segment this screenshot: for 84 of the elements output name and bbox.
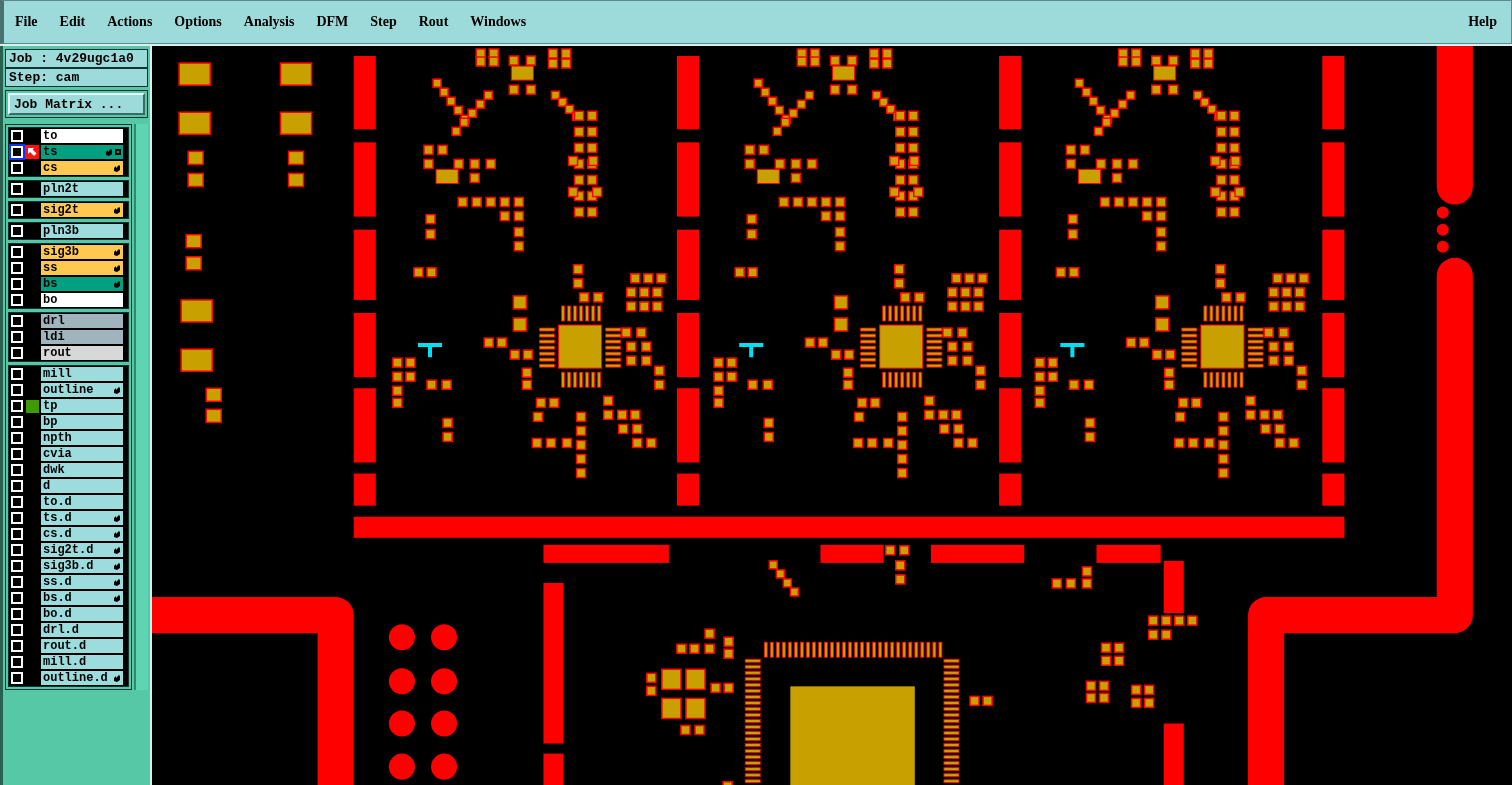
- menu-item[interactable]: DFM: [316, 14, 349, 30]
- layer-name[interactable]: outline.d: [41, 671, 123, 685]
- layer-checkbox[interactable]: [11, 278, 23, 290]
- layer-checkbox[interactable]: [11, 608, 23, 620]
- step-label: Step: cam: [5, 68, 148, 87]
- layer-checkbox[interactable]: [11, 512, 23, 524]
- layer-name[interactable]: pln2t: [41, 182, 123, 196]
- job-label: Job : 4v29ugc1a0: [5, 49, 148, 68]
- layer-name[interactable]: rout.d: [41, 639, 123, 653]
- layer-checkbox[interactable]: [11, 496, 23, 508]
- layer-name[interactable]: ts.d: [41, 511, 123, 525]
- layer-checkbox[interactable]: [11, 246, 23, 258]
- layer-checkbox[interactable]: [11, 384, 23, 396]
- layer-name[interactable]: bs: [41, 277, 123, 291]
- layer-name[interactable]: d: [41, 479, 123, 493]
- menu-item[interactable]: Analysis: [243, 14, 295, 30]
- layer-name[interactable]: outline: [41, 383, 123, 397]
- layer-checkbox[interactable]: [11, 672, 23, 684]
- layer-checkbox[interactable]: [11, 183, 23, 195]
- layer-checkbox[interactable]: [11, 464, 23, 476]
- hand-icon: [113, 674, 121, 682]
- menu-item[interactable]: Actions: [107, 14, 153, 30]
- hand-icon: [113, 206, 121, 214]
- menu-item[interactable]: File: [15, 14, 38, 30]
- layer-checkbox[interactable]: [11, 400, 23, 412]
- layer-name[interactable]: ss: [41, 261, 123, 275]
- layer-checkbox[interactable]: [11, 204, 23, 216]
- layer-name[interactable]: tp: [41, 399, 123, 413]
- layer-checkbox[interactable]: [11, 656, 23, 668]
- layer-checkbox[interactable]: [11, 262, 23, 274]
- layer-name[interactable]: ts: [41, 145, 123, 159]
- job-matrix-button[interactable]: Job Matrix ...: [8, 93, 145, 115]
- layer-checkbox[interactable]: [11, 347, 23, 359]
- layer-checkbox[interactable]: [11, 416, 23, 428]
- layer-name[interactable]: bo: [41, 293, 123, 307]
- layer-name[interactable]: to.d: [41, 495, 123, 509]
- layer-checkbox[interactable]: [11, 368, 23, 380]
- layer-name[interactable]: rout: [41, 346, 123, 360]
- layer-checkbox[interactable]: [11, 560, 23, 572]
- layer-name[interactable]: mill.d: [41, 655, 123, 669]
- layer-name[interactable]: sig3b: [41, 245, 123, 259]
- help-menu[interactable]: Help: [1468, 14, 1497, 30]
- layer-name[interactable]: dwk: [41, 463, 123, 477]
- layer-checkbox[interactable]: [11, 640, 23, 652]
- layer-name[interactable]: to: [41, 129, 123, 143]
- layer-name[interactable]: cs.d: [41, 527, 123, 541]
- layer-name[interactable]: drl.d: [41, 623, 123, 637]
- layer-checkbox[interactable]: [11, 576, 23, 588]
- menu-item[interactable]: Windows: [470, 14, 527, 30]
- layer-checkbox[interactable]: [11, 162, 23, 174]
- layer-name[interactable]: cs: [41, 161, 123, 175]
- layer-checkbox[interactable]: [11, 225, 23, 237]
- layer-checkbox[interactable]: [11, 146, 23, 158]
- layer-checkbox[interactable]: [11, 331, 23, 343]
- layer-name[interactable]: mill: [41, 367, 123, 381]
- layer-checkbox[interactable]: [11, 448, 23, 460]
- layer-name[interactable]: bp: [41, 415, 123, 429]
- layer-name[interactable]: ss.d: [41, 575, 123, 589]
- layer-checkbox[interactable]: [11, 130, 23, 142]
- layer-name[interactable]: sig2t: [41, 203, 123, 217]
- layer-checkbox[interactable]: [11, 528, 23, 540]
- affected-marker: [25, 399, 39, 413]
- layer-name[interactable]: pln3b: [41, 224, 123, 238]
- layer-name[interactable]: bo.d: [41, 607, 123, 621]
- layer-checkbox[interactable]: [11, 294, 23, 306]
- grid-icon: [115, 149, 121, 155]
- layer-name[interactable]: sig2t.d: [41, 543, 123, 557]
- layer-checkbox[interactable]: [11, 315, 23, 327]
- layer-checkbox[interactable]: [11, 624, 23, 636]
- layer-checkbox[interactable]: [11, 432, 23, 444]
- layer-checkbox[interactable]: [11, 544, 23, 556]
- menu-item[interactable]: Options: [174, 14, 222, 30]
- menu-item[interactable]: Rout: [418, 14, 449, 30]
- menu-item[interactable]: Step: [370, 14, 397, 30]
- hand-icon: [113, 386, 121, 394]
- menu-item[interactable]: Edit: [59, 14, 86, 30]
- layer-name[interactable]: npth: [41, 431, 123, 445]
- layer-name[interactable]: ldi: [41, 330, 123, 344]
- layer-name[interactable]: cvia: [41, 447, 123, 461]
- layer-checkbox[interactable]: [11, 480, 23, 492]
- layer-name[interactable]: drl: [41, 314, 123, 328]
- layer-name[interactable]: sig3b.d: [41, 559, 123, 573]
- layer-name[interactable]: bs.d: [41, 591, 123, 605]
- layer-checkbox[interactable]: [11, 592, 23, 604]
